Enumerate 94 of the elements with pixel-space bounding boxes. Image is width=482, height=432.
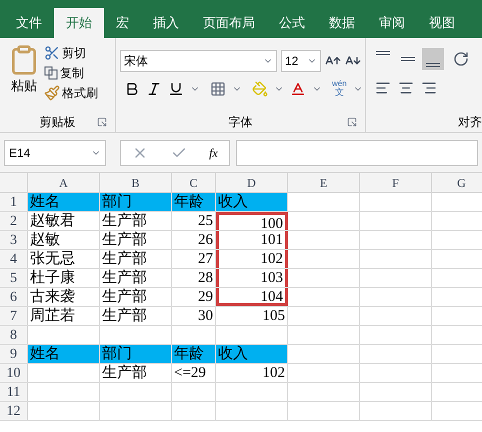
- row-header[interactable]: 4: [0, 250, 28, 268]
- table-cell: 28: [172, 269, 216, 287]
- ribbon-tab[interactable]: 视图: [417, 8, 467, 38]
- row-header[interactable]: 11: [0, 383, 28, 401]
- column-header[interactable]: F: [360, 173, 432, 192]
- table-cell: 生产部: [100, 250, 172, 268]
- row-header[interactable]: 12: [0, 402, 28, 420]
- table-cell: 102: [216, 364, 288, 382]
- row-header[interactable]: 7: [0, 307, 28, 325]
- group-label: 对齐: [458, 114, 482, 131]
- table-cell: 生产部: [100, 231, 172, 249]
- phonetic-button[interactable]: wén 文: [332, 80, 347, 97]
- align-middle-icon: [401, 57, 415, 61]
- table-cell: 29: [172, 288, 216, 306]
- table-cell: 100: [216, 212, 288, 230]
- underline-icon[interactable]: [168, 80, 184, 96]
- header-cell: 部门: [100, 345, 172, 363]
- cut-button[interactable]: 剪切: [44, 44, 98, 62]
- row-header[interactable]: 9: [0, 345, 28, 363]
- borders-icon[interactable]: [210, 80, 226, 96]
- ribbon-tab[interactable]: 宏: [104, 8, 141, 38]
- column-header[interactable]: B: [100, 173, 172, 192]
- format-painter-button[interactable]: 格式刷: [44, 84, 98, 102]
- formula-field[interactable]: [236, 140, 478, 166]
- row-header[interactable]: 1: [0, 193, 28, 211]
- paste-button[interactable]: 粘贴: [8, 44, 40, 112]
- column-header[interactable]: G: [432, 173, 482, 192]
- header-cell: 部门: [100, 193, 172, 211]
- table-cell: 102: [216, 250, 288, 268]
- ribbon-tab[interactable]: 文件: [4, 8, 54, 38]
- header-cell: 收入: [216, 345, 288, 363]
- column-header[interactable]: C: [172, 173, 216, 192]
- header-cell: 年龄: [172, 193, 216, 211]
- align-left-icon[interactable]: [375, 80, 391, 96]
- dialog-launcher-icon[interactable]: [347, 117, 357, 127]
- table-cell: 27: [172, 250, 216, 268]
- ribbon-tab[interactable]: 插入: [141, 8, 191, 38]
- font-name-field[interactable]: 宋体: [120, 50, 277, 72]
- italic-icon[interactable]: [146, 80, 162, 96]
- group-label: 字体: [228, 114, 252, 131]
- fill-color-icon[interactable]: [252, 80, 268, 96]
- table-cell: 生产部: [100, 212, 172, 230]
- table-cell: 25: [172, 212, 216, 230]
- row-header[interactable]: 3: [0, 231, 28, 249]
- table-cell: 赵敏: [28, 231, 100, 249]
- table-cell: 赵敏君: [28, 212, 100, 230]
- group-label: 剪贴板: [40, 114, 76, 131]
- insert-function-button[interactable]: fx: [209, 144, 218, 162]
- copy-icon: [44, 66, 58, 80]
- table-cell: 生产部: [100, 307, 172, 325]
- vertical-align-button[interactable]: [422, 48, 444, 70]
- header-cell: 姓名: [28, 193, 100, 211]
- ribbon-tab[interactable]: 公式: [267, 8, 317, 38]
- table-cell: 古来袭: [28, 288, 100, 306]
- paintbrush-icon: [44, 85, 60, 101]
- row-header[interactable]: 10: [0, 364, 28, 382]
- table-cell: 103: [216, 269, 288, 287]
- font-size-field[interactable]: 12: [281, 50, 321, 72]
- table-cell: 30: [172, 307, 216, 325]
- font-color-icon[interactable]: [290, 80, 306, 96]
- header-cell: 收入: [216, 193, 288, 211]
- scissors-icon: [44, 45, 60, 61]
- row-header[interactable]: 2: [0, 212, 28, 230]
- header-cell: 年龄: [172, 345, 216, 363]
- ribbon-tab[interactable]: 审阅: [367, 8, 417, 38]
- name-box[interactable]: E14: [4, 140, 106, 166]
- dialog-launcher-icon[interactable]: [97, 117, 107, 127]
- table-cell: 26: [172, 231, 216, 249]
- table-cell: 周芷若: [28, 307, 100, 325]
- table-cell: 生产部: [100, 269, 172, 287]
- header-cell: 姓名: [28, 345, 100, 363]
- table-cell: 104: [216, 288, 288, 306]
- orientation-icon[interactable]: [453, 51, 469, 67]
- column-header[interactable]: A: [28, 173, 100, 192]
- ribbon-tab[interactable]: 数据: [317, 8, 367, 38]
- row-header[interactable]: 8: [0, 326, 28, 344]
- table-cell: <=29: [172, 364, 216, 382]
- copy-button[interactable]: 复制: [44, 64, 98, 82]
- align-bottom-icon: [426, 63, 440, 67]
- table-cell: 101: [216, 231, 288, 249]
- ribbon-tab[interactable]: 页面布局: [191, 8, 267, 38]
- table-cell: 杜子康: [28, 269, 100, 287]
- align-center-icon[interactable]: [398, 80, 414, 96]
- table-cell: 105: [216, 307, 288, 325]
- table-cell: 张无忌: [28, 250, 100, 268]
- align-top-icon: [376, 51, 390, 55]
- row-header[interactable]: 6: [0, 288, 28, 306]
- ribbon-tab[interactable]: 开始: [54, 8, 104, 38]
- column-header[interactable]: D: [216, 173, 288, 192]
- table-cell: 生产部: [100, 288, 172, 306]
- column-header[interactable]: E: [288, 173, 360, 192]
- align-right-icon[interactable]: [421, 80, 437, 96]
- table-cell: 生产部: [100, 364, 172, 382]
- row-header[interactable]: 5: [0, 269, 28, 287]
